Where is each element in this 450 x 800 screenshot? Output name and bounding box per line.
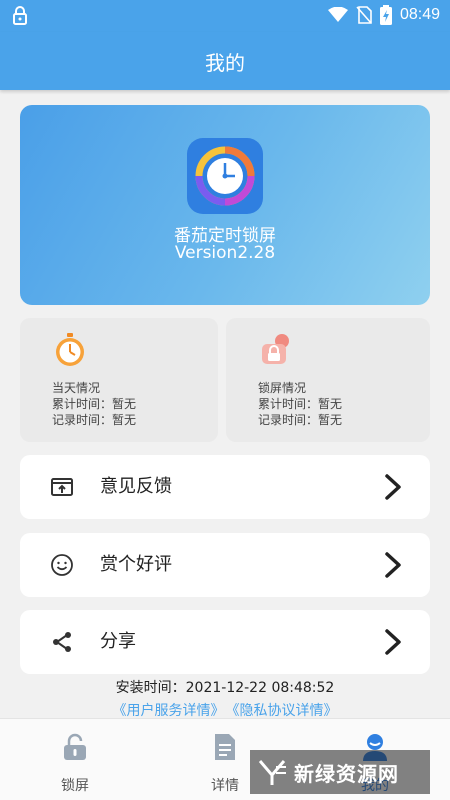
stat-record-time: 记录时间：暂无 [258, 413, 343, 427]
lock-stats-text: 锁屏情况 累计时间：暂无 记录时间：暂无 [258, 380, 342, 428]
rate-menu-item[interactable]: 赏个好评 [20, 533, 430, 597]
app-info-card: 番茄定时锁屏 Version2.28 [20, 105, 430, 305]
share-icon [53, 632, 71, 652]
feedback-icon [51, 478, 73, 496]
user-service-link[interactable]: 《用户服务详情》 [113, 703, 225, 719]
clock-time: 08:49 [399, 6, 440, 23]
watermark-text: 新绿资源网 [294, 761, 399, 786]
stat-record-time: 记录时间：暂无 [52, 413, 137, 427]
chevron-right-icon [385, 474, 401, 500]
menu-label: 分享 [100, 631, 136, 652]
tab-label: 锁屏 [61, 778, 89, 794]
lock-stats-card[interactable]: 锁屏情况 累计时间：暂无 记录时间：暂无 [226, 318, 430, 442]
stat-total-time: 累计时间：暂无 [258, 397, 343, 411]
page-title: 我的 [205, 50, 245, 75]
share-menu-item[interactable]: 分享 [20, 610, 430, 674]
agreement-links: 《用户服务详情》 《隐私协议详情》 [0, 700, 450, 720]
menu-label: 意见反馈 [100, 476, 172, 497]
today-stats-text: 当天情况 累计时间：暂无 记录时间：暂无 [52, 380, 136, 428]
stat-title: 锁屏情况 [258, 381, 307, 395]
stopwatch-icon [56, 333, 84, 366]
watermark: 新绿资源网 [250, 750, 430, 794]
document-icon [215, 734, 235, 760]
privacy-policy-link[interactable]: 《隐私协议详情》 [233, 703, 338, 719]
chevron-right-icon [385, 629, 401, 655]
app-logo-icon [187, 138, 263, 214]
stat-total-time: 累计时间：暂无 [52, 397, 137, 411]
status-bar: 08:49 [0, 0, 450, 32]
menu-label: 赏个好评 [100, 554, 172, 575]
watermark-logo-icon [258, 760, 286, 785]
battery-icon [379, 5, 392, 25]
wifi-icon [327, 7, 348, 22]
tab-lock[interactable]: 锁屏 [0, 719, 150, 800]
today-stats-card[interactable]: 当天情况 累计时间：暂无 记录时间：暂无 [20, 318, 218, 442]
feedback-menu-item[interactable]: 意见反馈 [20, 455, 430, 519]
lock-screen-icon [262, 334, 289, 364]
lock-icon [64, 733, 86, 760]
smile-icon [51, 554, 73, 576]
chevron-right-icon [385, 552, 401, 578]
no-sim-icon [356, 6, 372, 24]
app-bar: 我的 [0, 32, 450, 90]
stat-title: 当天情况 [52, 381, 101, 395]
install-time: 安装时间：2021-12-22 08:48:52 [115, 680, 335, 696]
lock-status-icon [13, 6, 27, 25]
app-version: Version2.28 [174, 243, 276, 263]
